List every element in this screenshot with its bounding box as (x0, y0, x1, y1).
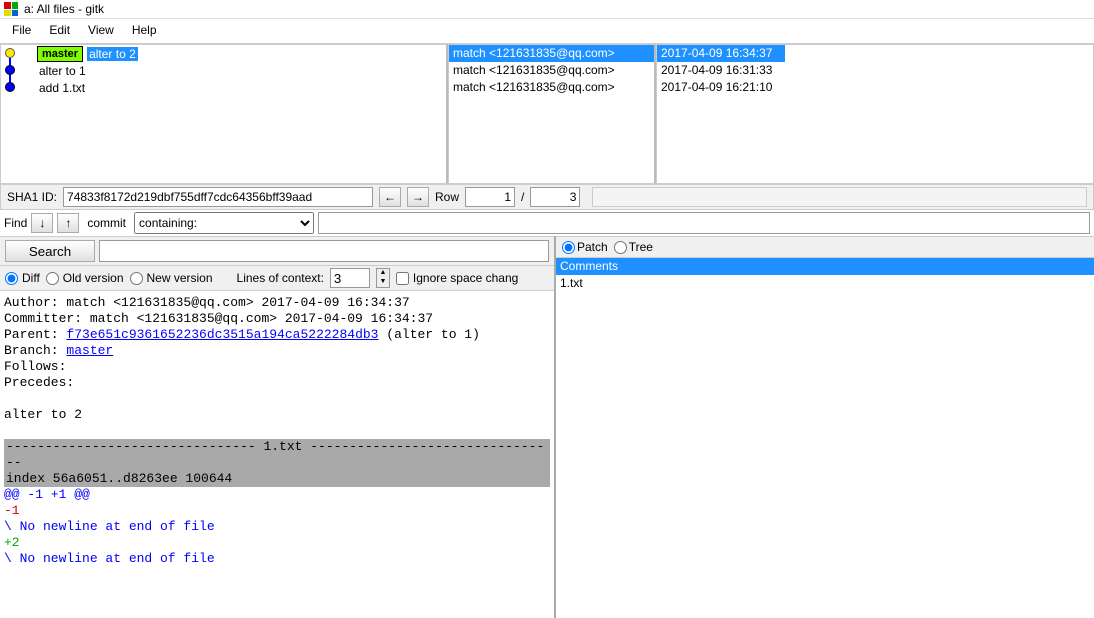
head-node-icon (5, 48, 15, 58)
spin-down-icon: ▼ (377, 278, 389, 287)
diff-text[interactable]: Author: match <121631835@qq.com> 2017-04… (0, 291, 554, 618)
search-bar: Search (0, 236, 554, 266)
commit-node-icon (5, 82, 15, 92)
date-list[interactable]: 2017-04-09 16:34:37 2017-04-09 16:31:33 … (656, 44, 1094, 184)
lower-split: Search Diff Old version New version Line… (0, 236, 1094, 618)
commit-row[interactable]: master alter to 2 (1, 45, 446, 62)
spin-up-icon: ▲ (377, 269, 389, 278)
commit-row[interactable]: add 1.txt (1, 79, 446, 96)
file-list-header[interactable]: Comments (556, 258, 1094, 275)
diff-follows: Follows: (4, 359, 550, 375)
window-title: a: All files - gitk (24, 2, 104, 16)
diff-hunk: @@ -1 +1 @@ (4, 487, 550, 503)
diff-msg: alter to 2 (4, 407, 550, 423)
commit-node-icon (5, 65, 15, 75)
nav-bar: SHA1 ID: ← → Row / (0, 184, 1094, 210)
sha-input[interactable] (63, 187, 373, 207)
date-row[interactable]: 2017-04-09 16:34:37 (657, 45, 785, 62)
diff-parent: Parent: f73e651c9361652236dc3515a194ca52… (4, 327, 550, 343)
history-panes: master alter to 2 alter to 1 add 1.txt m… (0, 43, 1094, 184)
search-input[interactable] (99, 240, 549, 262)
file-list[interactable]: Comments 1.txt (556, 258, 1094, 618)
date-row[interactable]: 2017-04-09 16:21:10 (657, 79, 1093, 96)
lines-label: Lines of context: (237, 271, 324, 285)
menu-help[interactable]: Help (124, 21, 165, 39)
find-label: Find (4, 216, 27, 230)
radio-diff[interactable]: Diff (5, 271, 40, 285)
find-input[interactable] (318, 212, 1090, 234)
author-row[interactable]: match <121631835@qq.com> (449, 79, 654, 96)
parent-sha-link[interactable]: f73e651c9361652236dc3515a194ca5222284db3 (66, 327, 378, 342)
diff-branch: Branch: master (4, 343, 550, 359)
find-bar: Find ↓ ↑ commit containing: (0, 210, 1094, 236)
date-row[interactable]: 2017-04-09 16:31:33 (657, 62, 1093, 79)
commit-message: add 1.txt (37, 81, 85, 95)
diff-noeol: \ No newline at end of file (4, 551, 550, 567)
commit-message: alter to 1 (37, 64, 86, 78)
lines-spinner[interactable]: ▲▼ (376, 268, 390, 288)
nav-spacer (592, 187, 1087, 207)
forward-button[interactable]: → (407, 187, 429, 207)
diff-options: Diff Old version New version Lines of co… (0, 266, 554, 291)
patch-tree-options: Patch Tree (556, 236, 1094, 258)
diff-file-header: -------------------------------- 1.txt -… (4, 439, 550, 471)
file-panel: Patch Tree Comments 1.txt (556, 236, 1094, 618)
back-button[interactable]: ← (379, 187, 401, 207)
ref-master[interactable]: master (37, 46, 83, 62)
commit-message: alter to 2 (87, 47, 138, 61)
branch-link[interactable]: master (66, 343, 113, 358)
row-slash: / (521, 190, 524, 204)
diff-precedes: Precedes: (4, 375, 550, 391)
commit-row[interactable]: alter to 1 (1, 62, 446, 79)
author-row[interactable]: match <121631835@qq.com> (449, 45, 654, 62)
sha-label: SHA1 ID: (7, 190, 57, 204)
checkbox-ignore-space[interactable]: Ignore space chang (396, 271, 518, 285)
commit-list[interactable]: master alter to 2 alter to 1 add 1.txt (0, 44, 448, 184)
diff-noeol: \ No newline at end of file (4, 519, 550, 535)
find-mode-select[interactable]: containing: (134, 212, 314, 234)
row-total (530, 187, 580, 207)
file-list-item[interactable]: 1.txt (556, 275, 1094, 292)
row-input[interactable] (465, 187, 515, 207)
diff-index: index 56a6051..d8263ee 100644 (4, 471, 550, 487)
radio-new-version[interactable]: New version (130, 271, 213, 285)
search-button[interactable]: Search (5, 240, 95, 262)
diff-panel: Search Diff Old version New version Line… (0, 236, 556, 618)
diff-author: Author: match <121631835@qq.com> 2017-04… (4, 295, 550, 311)
find-prev-button[interactable]: ↑ (57, 213, 79, 233)
app-icon (4, 2, 18, 16)
menu-file[interactable]: File (4, 21, 39, 39)
diff-committer: Committer: match <121631835@qq.com> 2017… (4, 311, 550, 327)
menubar: File Edit View Help (0, 19, 1094, 43)
author-list[interactable]: match <121631835@qq.com> match <12163183… (448, 44, 656, 184)
find-scope[interactable]: commit (83, 216, 130, 230)
radio-old-version[interactable]: Old version (46, 271, 124, 285)
author-row[interactable]: match <121631835@qq.com> (449, 62, 654, 79)
lines-input[interactable] (330, 268, 370, 288)
find-next-button[interactable]: ↓ (31, 213, 53, 233)
row-label: Row (435, 190, 459, 204)
radio-tree[interactable]: Tree (614, 240, 653, 254)
radio-patch[interactable]: Patch (562, 240, 608, 254)
diff-add: +2 (4, 535, 550, 551)
titlebar: a: All files - gitk (0, 0, 1094, 19)
menu-edit[interactable]: Edit (41, 21, 78, 39)
diff-del: -1 (4, 503, 550, 519)
menu-view[interactable]: View (80, 21, 122, 39)
